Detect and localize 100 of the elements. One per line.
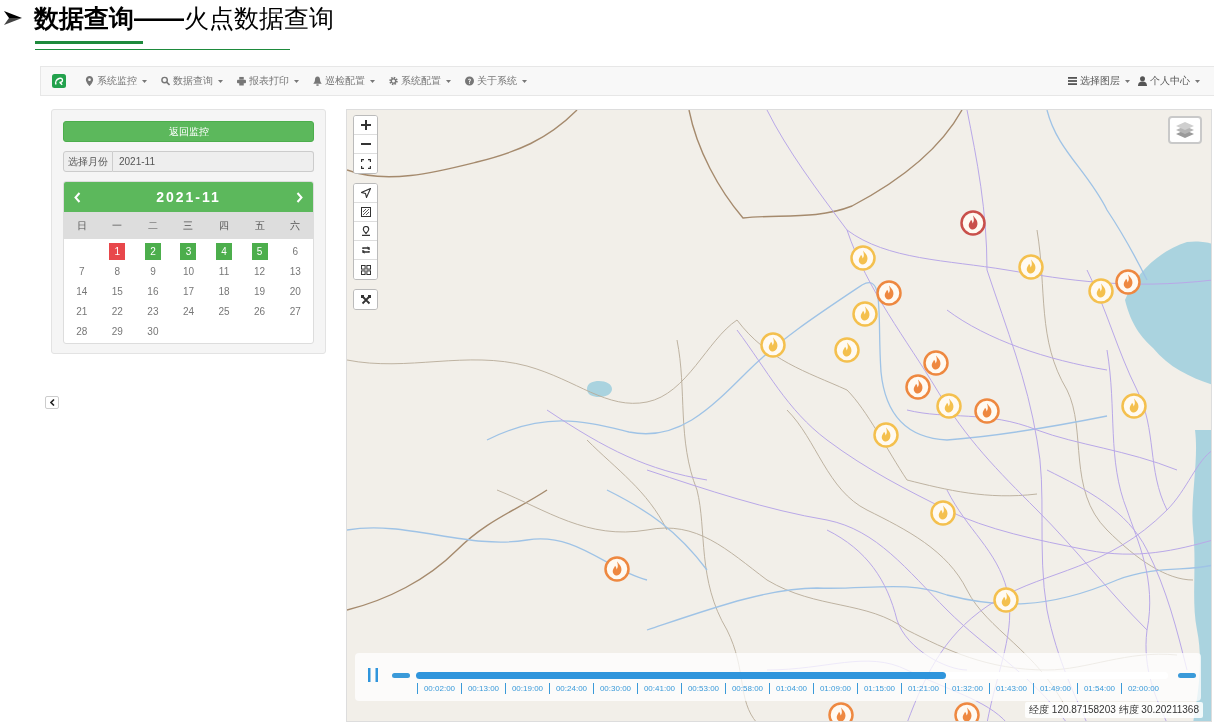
locate-button[interactable] [354, 184, 377, 203]
time-tick-label: 01:49:00 [1033, 683, 1077, 694]
menu-item[interactable]: 关于系统 [458, 67, 534, 95]
caret-icon [218, 79, 223, 83]
calendar-day[interactable]: 8 [109, 262, 126, 280]
zoom-in-button[interactable] [354, 116, 377, 135]
weekday-label: 四 [219, 218, 230, 233]
time-tick-label: 01:04:00 [769, 683, 813, 694]
logo-icon[interactable] [52, 74, 66, 88]
calendar-day[interactable]: 15 [109, 282, 126, 300]
grid-icon [360, 264, 371, 275]
calendar-day[interactable]: 27 [287, 302, 304, 320]
caret-icon [370, 79, 375, 83]
fire-marker-icon[interactable] [960, 210, 986, 236]
fire-marker-icon[interactable] [1121, 393, 1147, 419]
weekday-label: 五 [254, 218, 265, 233]
pause-icon[interactable] [367, 668, 379, 682]
fire-marker-icon[interactable] [930, 500, 956, 526]
calendar-day[interactable]: 13 [287, 262, 304, 280]
crossed-tools-icon [360, 294, 371, 305]
calendar-day[interactable]: 17 [180, 282, 197, 300]
fire-marker-icon[interactable] [876, 280, 902, 306]
calendar-day[interactable]: 14 [73, 282, 90, 300]
month-input[interactable]: 2021-11 [113, 151, 314, 172]
fire-marker-icon[interactable] [1018, 254, 1044, 280]
calendar-day[interactable]: 21 [73, 302, 90, 320]
fire-marker-icon[interactable] [954, 702, 980, 721]
back-button[interactable]: 返回监控 [63, 121, 314, 142]
collapse-button[interactable] [45, 396, 59, 409]
time-tick-label: 01:09:00 [813, 683, 857, 694]
calendar-day[interactable]: 4 [216, 242, 233, 260]
time-tick-label: 00:53:00 [681, 683, 725, 694]
calendar-day[interactable]: 22 [109, 302, 126, 320]
page-title: 数据查询——火点数据查询 [34, 3, 334, 33]
time-tick-label: 00:24:00 [549, 683, 593, 694]
calendar-day[interactable]: 5 [251, 242, 268, 260]
caret-icon [142, 79, 147, 83]
search-icon [161, 76, 170, 86]
step-forward-handle[interactable] [1178, 672, 1196, 678]
calendar-day[interactable]: 25 [216, 302, 233, 320]
fire-marker-icon[interactable] [852, 301, 878, 327]
menu-item[interactable]: 个人中心 [1134, 67, 1204, 95]
fire-marker-icon[interactable] [760, 332, 786, 358]
map[interactable]: 00:02:00 00:13:00 00:19:00 00:24:00 00:30:00 00:41:00 00:53:00 00:58:00 01:04:00 01:09:00 01:15:00 01:21:00 01:32:00 01:43:00 01:49:00 01:54:00 02:00:00 经度 120.87158203 纬度 30.20211368 [346, 109, 1212, 722]
timeline-track[interactable] [416, 671, 1168, 679]
paper-plane-icon [360, 188, 371, 198]
fire-marker-icon[interactable] [1115, 269, 1141, 295]
fire-marker-icon[interactable] [936, 393, 962, 419]
calendar-day[interactable]: 9 [144, 262, 161, 280]
plus-icon [360, 120, 371, 130]
map-pin-icon [85, 76, 94, 86]
calendar-day[interactable]: 23 [144, 302, 161, 320]
calendar-day[interactable]: 29 [109, 322, 126, 340]
fire-marker-icon[interactable] [873, 422, 899, 448]
fire-marker-icon[interactable] [604, 556, 630, 582]
fire-marker-icon[interactable] [923, 350, 949, 376]
step-back-handle[interactable] [392, 672, 410, 678]
fire-marker-icon[interactable] [905, 374, 931, 400]
fire-marker-icon[interactable] [1088, 278, 1114, 304]
calendar-day[interactable]: 1 [109, 242, 126, 260]
weekday-label: 日 [76, 218, 87, 233]
fire-marker-icon[interactable] [834, 337, 860, 363]
calendar-day[interactable]: 12 [251, 262, 268, 280]
calendar-day[interactable]: 20 [287, 282, 304, 300]
calendar-day[interactable]: 3 [180, 242, 197, 260]
layers-icon [1175, 121, 1195, 139]
calendar-day[interactable]: 30 [144, 322, 161, 340]
calendar-day[interactable]: 7 [73, 262, 90, 280]
layers-button[interactable] [1168, 116, 1202, 144]
menu-item[interactable]: 系统配置 [382, 67, 458, 95]
calendar-day[interactable]: 16 [144, 282, 161, 300]
time-tick-label: 01:43:00 [989, 683, 1033, 694]
time-tick-label: 01:32:00 [945, 683, 989, 694]
fire-marker-icon[interactable] [828, 702, 854, 721]
month-label: 选择月份 [63, 151, 113, 172]
menu-item[interactable]: 报表打印 [230, 67, 306, 95]
fire-marker-icon[interactable] [993, 587, 1019, 613]
expand-icon [360, 158, 371, 169]
calendar-day[interactable]: 19 [251, 282, 268, 300]
chevron-left-icon [49, 399, 55, 406]
calendar-day[interactable]: 11 [216, 262, 233, 280]
calendar-day[interactable]: 26 [251, 302, 268, 320]
calendar-day[interactable]: 18 [216, 282, 233, 300]
menu-item[interactable]: 数据查询 [154, 67, 230, 95]
menu-item[interactable]: 巡检配置 [306, 67, 382, 95]
weekday-label: 一 [112, 218, 123, 233]
menu-item[interactable]: 选择图层 [1064, 67, 1134, 95]
calendar-day[interactable]: 24 [180, 302, 197, 320]
hatched-square-icon [360, 207, 371, 217]
calendar-day[interactable]: 10 [180, 262, 197, 280]
fire-marker-icon[interactable] [850, 245, 876, 271]
time-tick-label: 00:02:00 [417, 683, 461, 694]
calendar-day[interactable]: 2 [144, 242, 161, 260]
menu-item[interactable]: 系统监控 [78, 67, 154, 95]
fire-marker-icon[interactable] [974, 398, 1000, 424]
time-tick-label: 00:19:00 [505, 683, 549, 694]
tools-button[interactable] [354, 290, 377, 309]
calendar-day[interactable]: 6 [287, 242, 304, 260]
refresh-icon [360, 245, 371, 255]
calendar-day[interactable]: 28 [73, 322, 90, 340]
